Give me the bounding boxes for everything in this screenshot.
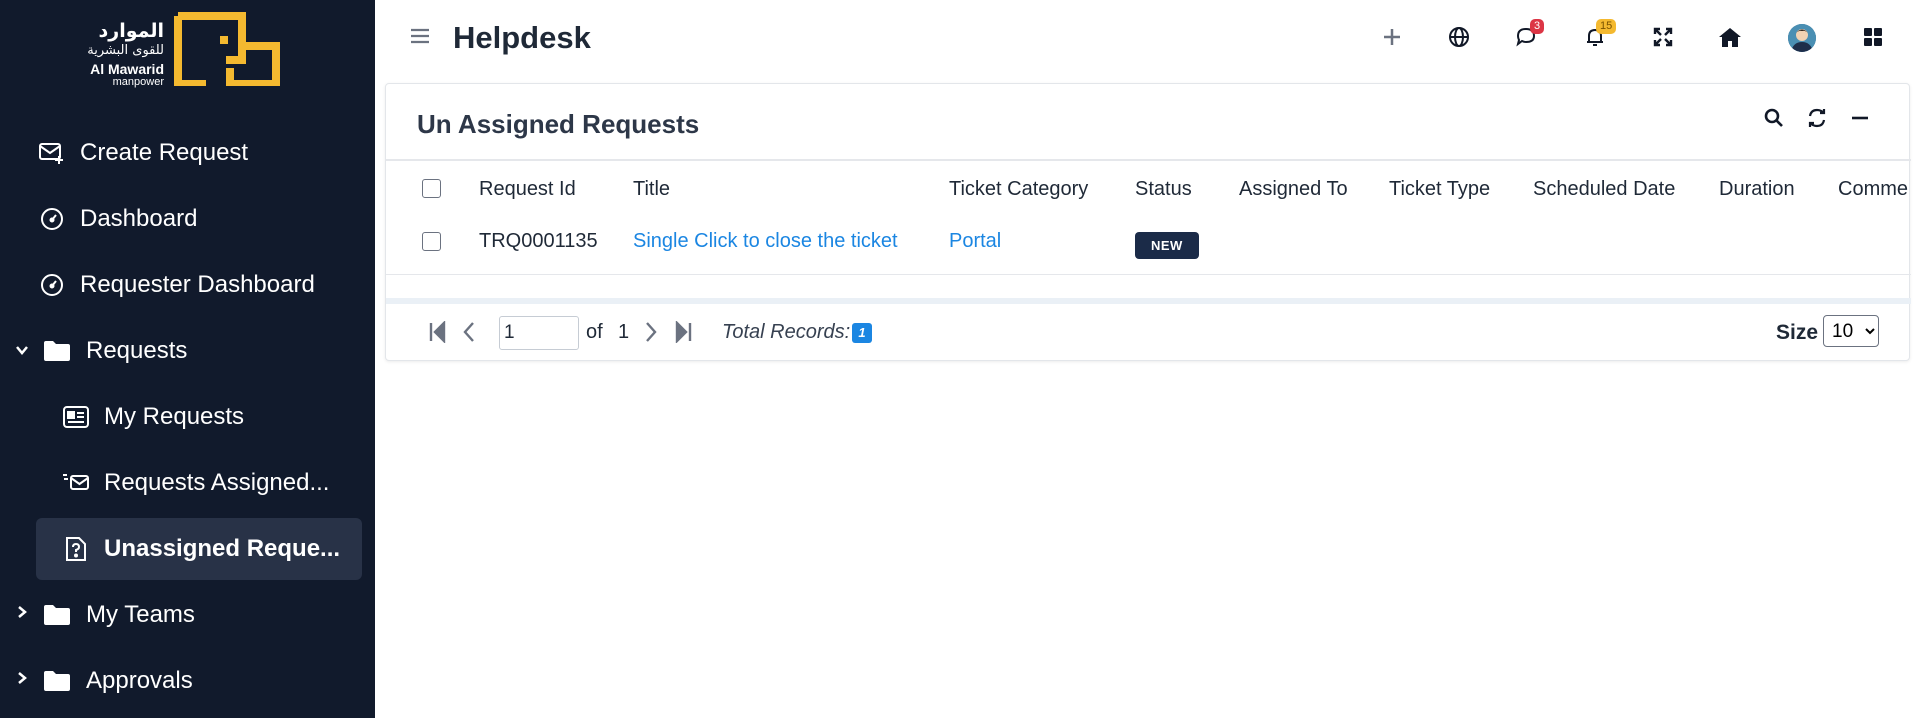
folder-icon — [42, 600, 72, 630]
folder-icon — [42, 666, 72, 696]
card-title: Un Assigned Requests — [417, 109, 700, 139]
card-header-divider — [386, 159, 1911, 161]
column-header-ticket-category[interactable]: Ticket Category — [949, 178, 1088, 201]
sidebar-item-label: Unassigned Reque... — [104, 535, 341, 562]
sidebar-item-create-request[interactable]: Create Request — [0, 122, 375, 184]
unassigned-requests-card: Un Assigned Requests Request Id Title Ti… — [385, 83, 1911, 362]
sidebar-item-requester-dashboard[interactable]: Requester Dashboard — [0, 254, 375, 316]
previous-page-icon[interactable] — [457, 320, 481, 344]
sidebar-item-my-teams[interactable]: My Teams — [0, 584, 375, 646]
paginator: of 1 Total Records: 1 Size 10 — [386, 304, 1911, 362]
gauge-icon — [37, 204, 67, 234]
messages-count-badge: 3 — [1530, 19, 1545, 34]
brand-english-name: Al Mawarid — [90, 61, 164, 77]
first-page-icon[interactable] — [426, 320, 450, 344]
mail-plus-icon — [37, 138, 67, 168]
sidebar-item-requests[interactable]: Requests — [0, 320, 375, 382]
sidebar-item-label: Dashboard — [80, 205, 198, 232]
request-id-cell: TRQ0001135 — [479, 230, 598, 252]
sidebar-item-label: Requests — [86, 337, 188, 364]
column-header-request-id[interactable]: Request Id — [479, 178, 576, 201]
chevron-down-icon — [12, 340, 32, 360]
sidebar: الموارد للقوى البشرية Al Mawarid manpowe… — [0, 0, 375, 718]
request-title-link[interactable]: Single Click to close the ticket — [633, 230, 898, 253]
row-divider — [386, 274, 1911, 275]
page-of-label: of — [586, 321, 603, 343]
top-bar: Helpdesk 3 15 — [375, 0, 1918, 80]
hamburger-menu-icon[interactable] — [409, 26, 431, 46]
mail-fast-icon — [61, 468, 91, 498]
column-header-duration[interactable]: Duration — [1719, 178, 1795, 201]
sidebar-item-label: Approvals — [86, 667, 193, 694]
sidebar-item-label: Requests Assigned... — [104, 469, 330, 496]
sidebar-item-label: My Teams — [86, 601, 195, 628]
messages-icon[interactable]: 3 — [1512, 19, 1545, 52]
column-header-assigned-to[interactable]: Assigned To — [1239, 178, 1348, 201]
sidebar-item-unassigned-requests[interactable]: Unassigned Reque... — [36, 518, 362, 580]
column-header-comments[interactable]: Comme — [1838, 178, 1908, 201]
bell-icon[interactable]: 15 — [1580, 19, 1617, 52]
collapse-icon[interactable] — [1845, 103, 1875, 133]
id-card-icon — [61, 402, 91, 432]
row-checkbox[interactable] — [422, 232, 441, 251]
total-records-count: 1 — [852, 323, 872, 343]
add-icon[interactable] — [1377, 22, 1407, 52]
file-question-icon — [61, 534, 91, 564]
page-size-select[interactable]: 10 — [1823, 315, 1879, 347]
sidebar-item-approvals[interactable]: Approvals — [0, 650, 375, 712]
sidebar-item-requests-assigned[interactable]: Requests Assigned... — [0, 452, 375, 514]
globe-icon[interactable] — [1444, 22, 1474, 52]
folder-icon — [42, 336, 72, 366]
home-icon[interactable] — [1715, 22, 1745, 52]
apps-grid-icon[interactable] — [1858, 22, 1888, 52]
sidebar-item-label: My Requests — [104, 403, 245, 430]
column-header-status[interactable]: Status — [1135, 178, 1192, 201]
brand-arabic-subtitle: للقوى البشرية — [87, 43, 164, 58]
refresh-icon[interactable] — [1802, 103, 1832, 133]
brand-logo[interactable]: الموارد للقوى البشرية Al Mawarid manpowe… — [78, 12, 288, 90]
chevron-right-icon — [12, 602, 32, 622]
brand-arabic-name: الموارد — [98, 20, 165, 42]
sidebar-item-dashboard[interactable]: Dashboard — [0, 188, 375, 250]
user-avatar[interactable] — [1788, 24, 1816, 52]
total-pages: 1 — [618, 321, 630, 343]
page-size-label: Size — [1776, 321, 1819, 344]
column-header-title[interactable]: Title — [633, 178, 670, 201]
select-all-checkbox[interactable] — [422, 179, 441, 198]
column-header-ticket-type[interactable]: Ticket Type — [1389, 178, 1490, 201]
search-icon[interactable] — [1759, 103, 1789, 133]
fullscreen-icon[interactable] — [1648, 22, 1678, 52]
brand-english-subtitle: manpower — [112, 76, 164, 88]
column-header-scheduled-date[interactable]: Scheduled Date — [1533, 178, 1675, 201]
sidebar-item-label: Requester Dashboard — [80, 271, 315, 298]
sidebar-item-my-requests[interactable]: My Requests — [0, 386, 375, 448]
page-title: Helpdesk — [453, 20, 591, 55]
chevron-right-icon — [12, 668, 32, 688]
next-page-icon[interactable] — [639, 320, 663, 344]
page-number-input[interactable] — [499, 316, 579, 350]
brand-mark-icon — [174, 12, 280, 86]
status-badge: NEW — [1135, 232, 1199, 259]
ticket-category-link[interactable]: Portal — [949, 230, 1001, 253]
total-records-label: Total Records: — [722, 321, 851, 343]
sidebar-item-label: Create Request — [80, 139, 249, 166]
notifications-count-badge: 15 — [1596, 19, 1617, 34]
gauge-icon — [37, 270, 67, 300]
last-page-icon[interactable] — [671, 320, 695, 344]
brand-text: الموارد للقوى البشرية Al Mawarid manpowe… — [78, 22, 164, 88]
